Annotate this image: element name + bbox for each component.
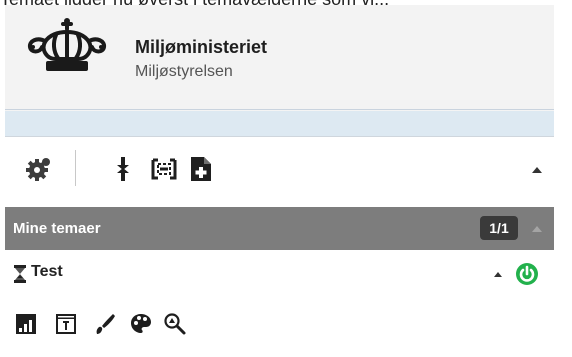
collapse-caret-icon[interactable] xyxy=(532,167,542,173)
zoom-to-icon[interactable] xyxy=(163,312,187,336)
theme-name: Test xyxy=(31,263,63,280)
theme-tools-row xyxy=(5,298,554,350)
add-document-icon[interactable] xyxy=(187,155,215,183)
header-divider-band xyxy=(5,111,554,137)
theme-count-badge: 1/1 xyxy=(480,216,518,240)
theme-collapse-caret-icon[interactable] xyxy=(494,272,502,277)
app-header: Miljøministeriet Miljøstyrelsen xyxy=(5,5,554,110)
expand-collapse-icon[interactable] xyxy=(109,155,137,183)
crown-logo-icon xyxy=(27,18,107,71)
my-themes-title: Mine temaer xyxy=(13,220,101,237)
my-themes-header[interactable]: Mine temaer 1/1 xyxy=(5,207,554,250)
settings-gear-icon[interactable] xyxy=(25,155,53,183)
hourglass-icon xyxy=(14,265,26,283)
text-box-icon[interactable] xyxy=(54,312,78,336)
power-toggle-icon[interactable] xyxy=(515,262,539,286)
theme-toolbar xyxy=(5,137,554,204)
palette-icon[interactable] xyxy=(129,312,153,336)
theme-panel: Mine temaer 1/1 Test xyxy=(5,136,554,357)
section-collapse-caret-icon[interactable] xyxy=(532,226,542,232)
toolbar-separator xyxy=(75,150,76,186)
select-area-icon[interactable] xyxy=(150,155,178,183)
signal-bars-icon[interactable] xyxy=(14,312,38,336)
org-subtitle: Miljøstyrelsen xyxy=(135,63,233,80)
brush-icon[interactable] xyxy=(93,312,117,336)
theme-row[interactable]: Test xyxy=(5,250,554,299)
org-name: Miljøministeriet xyxy=(135,37,268,57)
map-app-frame: Miljøministeriet Miljøstyrelsen Mine tem… xyxy=(5,5,554,357)
